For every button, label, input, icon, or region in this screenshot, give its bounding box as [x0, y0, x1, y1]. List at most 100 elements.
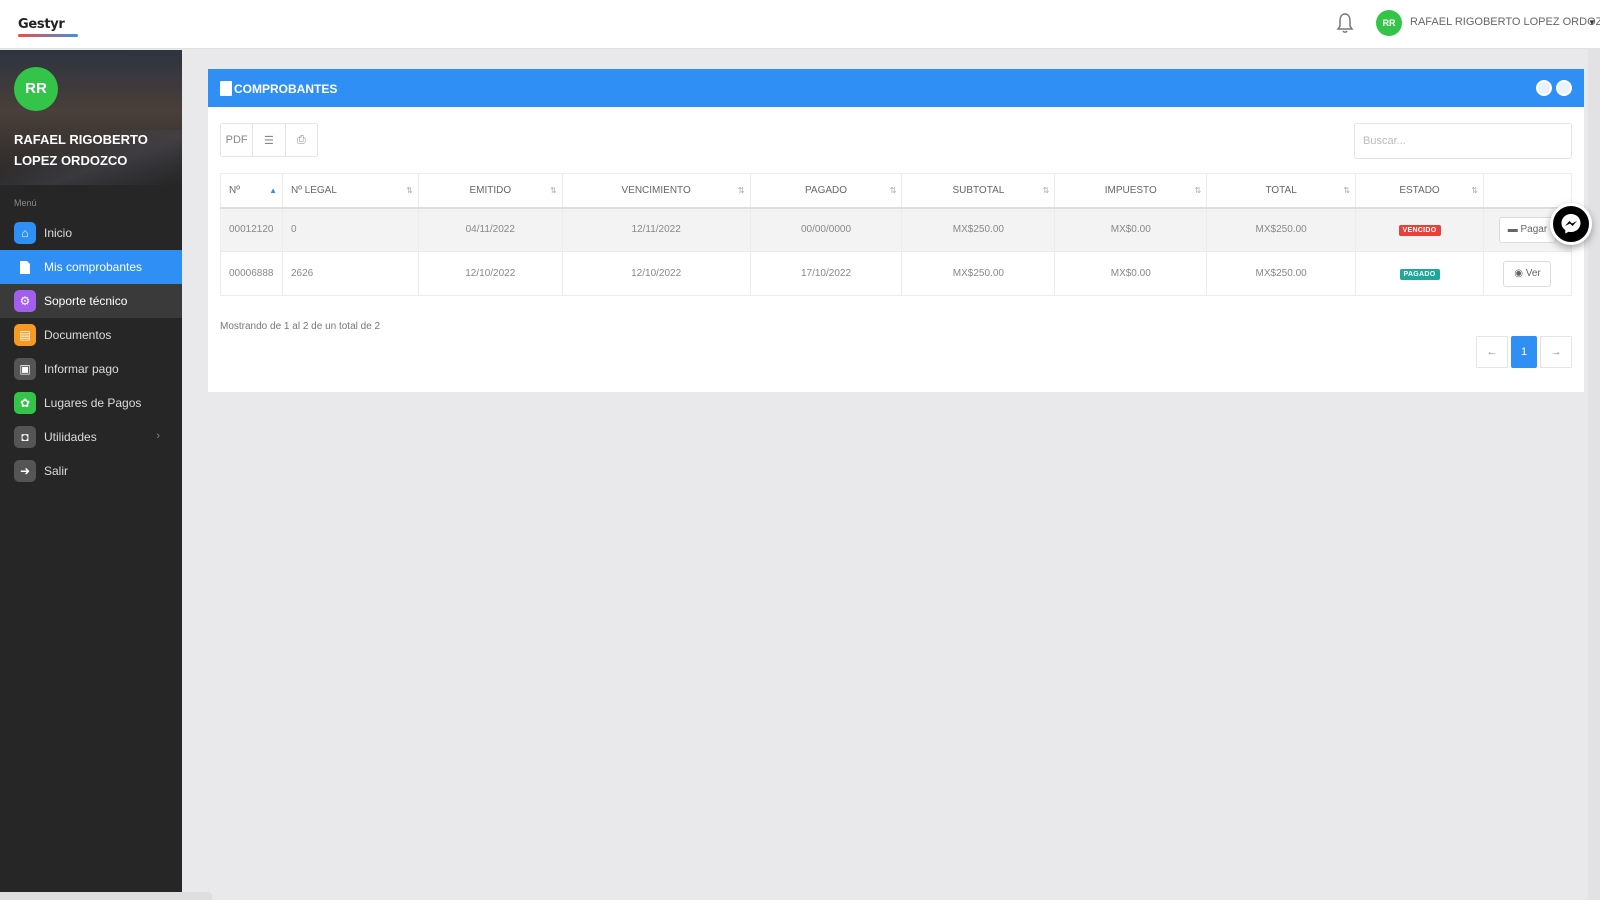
cell-subtotal: MX$250.00 — [901, 207, 1056, 252]
column-header-total[interactable]: TOTAL ⇅ — [1206, 173, 1357, 209]
cell-emitido: 12/10/2022 — [418, 251, 563, 296]
chevron-down-icon[interactable]: ▼ — [1588, 18, 1596, 27]
document-icon — [220, 81, 232, 96]
table-row: 00012120 0 04/11/2022 12/11/2022 00/00/0… — [220, 207, 1573, 252]
sort-icon: ⇅ — [889, 186, 897, 195]
pagination: ← 1 → — [1476, 336, 1572, 368]
pagination-prev-button[interactable]: ← — [1476, 336, 1508, 368]
sidebar-item-label: Utilidades — [44, 430, 97, 444]
cell-estado: VENCIDO — [1355, 207, 1484, 252]
support-icon: ⚙ — [14, 290, 36, 312]
cell-vencimiento: 12/11/2022 — [562, 207, 751, 252]
sort-icon: ⇅ — [406, 186, 413, 195]
bell-icon[interactable] — [1336, 12, 1354, 34]
table-row: 00006888 2626 12/10/2022 12/10/2022 17/1… — [220, 251, 1573, 296]
panel-title-text: COMPROBANTES — [234, 81, 338, 96]
sidebar-item-mis-comprobantes[interactable]: Mis comprobantes — [0, 250, 182, 284]
cell-legal: 2626 — [282, 251, 419, 296]
eye-icon: ◉ — [1514, 267, 1526, 279]
cell-subtotal: MX$250.00 — [901, 251, 1056, 296]
scrollbar-track[interactable] — [1588, 49, 1600, 900]
sort-icon: ⇅ — [1343, 186, 1351, 195]
sort-icon: ⇅ — [1194, 186, 1202, 195]
cell-estado: PAGADO — [1355, 251, 1484, 296]
sidebar-item-label: Soporte técnico — [44, 294, 128, 308]
image-icon: ▣ — [14, 358, 36, 380]
expand-icon[interactable] — [1536, 80, 1552, 96]
pagination-next-button[interactable]: → — [1540, 336, 1572, 368]
link-status-bar — [0, 892, 212, 900]
status-badge: PAGADO — [1399, 268, 1440, 280]
pdf-export-button[interactable]: PDF — [221, 124, 254, 156]
logo-text: Gestyr — [18, 16, 65, 32]
messenger-icon — [1561, 214, 1581, 234]
sort-icon: ⇅ — [1042, 186, 1050, 195]
sidebar-item-salir[interactable]: ➜ Salir — [0, 454, 182, 488]
sidebar: RR RAFAEL RIGOBERTO LOPEZ ORDOZCO Menú ⌂… — [0, 50, 182, 900]
pay-button[interactable]: ▬ Pagar — [1498, 216, 1557, 243]
exit-icon: ➜ — [14, 460, 36, 482]
cell-impuesto: MX$0.00 — [1054, 251, 1208, 296]
user-menu-name[interactable]: RAFAEL RIGOBERTO LOPEZ ORDOZCO — [1410, 16, 1600, 28]
sidebar-item-informar-pago[interactable]: ▣ Informar pago — [0, 352, 182, 386]
sidebar-item-label: Mis comprobantes — [44, 260, 143, 274]
export-button[interactable]: ⎙ — [286, 124, 317, 156]
pagination-page-button[interactable]: 1 — [1511, 336, 1537, 368]
sidebar-item-utilidades[interactable]: ◘ Utilidades › — [0, 420, 182, 454]
sidebar-item-soporte-tecnico[interactable]: ⚙ Soporte técnico — [0, 284, 182, 318]
cell-total: MX$250.00 — [1206, 251, 1357, 296]
view-button[interactable]: ◉ Ver — [1503, 260, 1552, 287]
avatar[interactable]: RR — [1376, 10, 1402, 36]
store-icon: ✿ — [14, 392, 36, 414]
file-icon: ▤ — [14, 324, 36, 346]
table-info: Mostrando de 1 al 2 de un total de 2 — [220, 321, 381, 332]
sidebar-item-lugares-de-pagos[interactable]: ✿ Lugares de Pagos — [0, 386, 182, 420]
cell-numero: 00006888 — [220, 251, 283, 296]
column-header-vencimiento[interactable]: VENCIMIENTO ⇅ — [562, 173, 751, 209]
sidebar-profile: RR RAFAEL RIGOBERTO LOPEZ ORDOZCO — [0, 50, 182, 185]
column-header-impuesto[interactable]: IMPUESTO ⇅ — [1054, 173, 1208, 209]
cell-actions: ◉ Ver — [1483, 251, 1573, 296]
search-input[interactable] — [1354, 123, 1572, 159]
sidebar-item-label: Documentos — [44, 328, 112, 342]
columns-button[interactable]: ☰ — [253, 124, 286, 156]
top-bar: Gestyr RR RAFAEL RIGOBERTO LOPEZ ORDOZCO… — [0, 0, 1600, 49]
logo-swoosh — [18, 34, 78, 37]
table-header-row: Nº ▲ Nº LEGAL ⇅ EMITIDO ⇅ VENCIMIENTO ⇅ PAGA… — [220, 173, 1573, 209]
cell-numero: 00012120 — [220, 207, 283, 252]
logo[interactable]: Gestyr — [18, 10, 78, 38]
sidebar-item-label: Inicio — [44, 226, 73, 240]
column-header-numero[interactable]: Nº ▲ — [220, 173, 283, 209]
column-header-legal[interactable]: Nº LEGAL ⇅ — [282, 173, 419, 209]
chevron-right-icon: › — [156, 430, 160, 442]
cell-pagado: 17/10/2022 — [750, 251, 903, 296]
column-header-estado[interactable]: ESTADO ⇅ — [1355, 173, 1484, 209]
sidebar-item-label: Salir — [44, 464, 69, 478]
cell-emitido: 04/11/2022 — [418, 207, 563, 252]
sort-asc-icon: ▲ — [269, 186, 277, 195]
comprobantes-panel: COMPROBANTES PDF ☰ ⎙ Nº▲ Nº LEGAL⇅ EMITI… — [208, 69, 1584, 392]
cell-impuesto: MX$0.00 — [1054, 207, 1208, 252]
comprobantes-table: Nº ▲ Nº LEGAL ⇅ EMITIDO ⇅ VENCIMIENTO ⇅ PAGA… — [220, 173, 1573, 296]
cell-pagado: 00/00/0000 — [750, 207, 903, 252]
column-header-pagado[interactable]: PAGADO ⇅ — [750, 173, 903, 209]
document-icon — [14, 256, 36, 278]
sidebar-item-inicio[interactable]: ⌂ Inicio — [0, 216, 182, 250]
sidebar-item-documentos[interactable]: ▤ Documentos — [0, 318, 182, 352]
home-icon: ⌂ — [14, 222, 36, 244]
table-toolbar: PDF ☰ ⎙ — [220, 123, 318, 157]
column-header-subtotal[interactable]: SUBTOTAL ⇅ — [901, 173, 1056, 209]
panel-title: COMPROBANTES — [220, 81, 337, 96]
status-badge: VENCIDO — [1398, 224, 1441, 236]
cell-vencimiento: 12/10/2022 — [562, 251, 751, 296]
briefcase-icon: ◘ — [14, 426, 36, 448]
refresh-icon[interactable] — [1556, 80, 1572, 96]
sidebar-item-label: Informar pago — [44, 362, 119, 376]
sort-icon: ⇅ — [737, 186, 745, 195]
menu-heading: Menú — [14, 198, 37, 208]
card-icon: ▬ — [1507, 223, 1521, 235]
sidebar-item-label: Lugares de Pagos — [44, 396, 142, 410]
cell-total: MX$250.00 — [1206, 207, 1357, 252]
messenger-chat-button[interactable] — [1550, 203, 1592, 245]
column-header-emitido[interactable]: EMITIDO ⇅ — [418, 173, 563, 209]
